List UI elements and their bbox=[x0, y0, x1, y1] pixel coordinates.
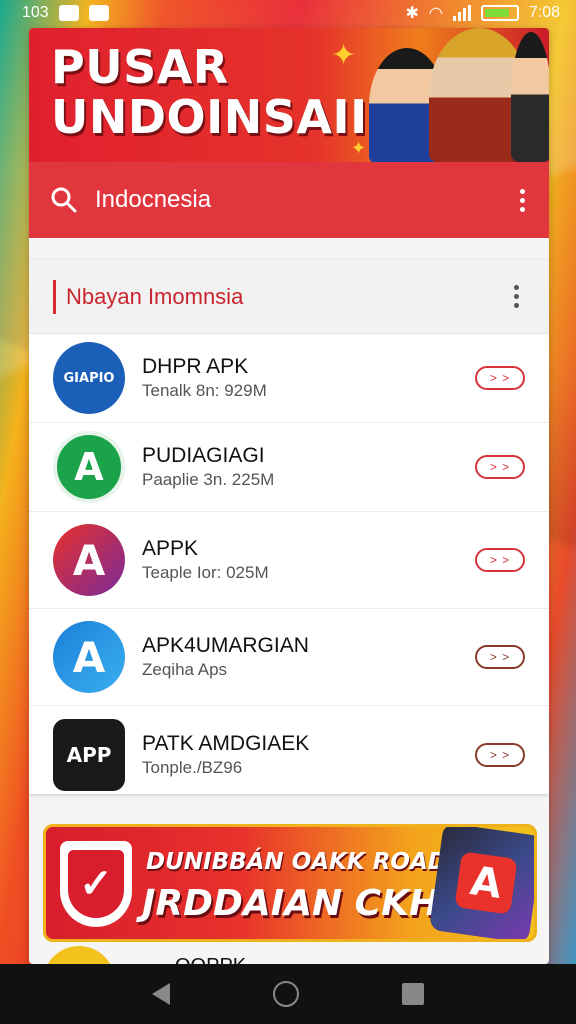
search-icon[interactable] bbox=[51, 187, 77, 213]
wifi-icon: ◠ bbox=[428, 5, 443, 22]
app-name: PATK AMDGIAEK bbox=[142, 731, 310, 755]
app-logo-icon: GIAPIO bbox=[53, 342, 125, 414]
status-time: 103 bbox=[22, 4, 49, 21]
star-icon: ✦ bbox=[351, 138, 367, 158]
system-nav-bar bbox=[0, 964, 576, 1024]
app-list-panel: Nbayan Imomnsia GIAPIO DHPR APK Tenalk 8… bbox=[29, 260, 549, 794]
app-logo-icon: A bbox=[53, 621, 125, 693]
app-logo-icon: APP bbox=[53, 718, 125, 791]
app-subtitle: Zeqiha Aps bbox=[142, 660, 228, 679]
battery-icon bbox=[480, 5, 519, 21]
download-button[interactable]: > > bbox=[475, 548, 525, 572]
app-store-card: PUSAR UNDOINSAII ✦ ✦ Indocnesia Nbayan I… bbox=[29, 28, 549, 964]
app-row[interactable]: GIAPIO DHPR APK Tenalk 8n: 929M > > bbox=[29, 334, 549, 423]
star-icon: ✦ bbox=[331, 39, 357, 72]
settings-gear-icon: ✱ bbox=[405, 5, 419, 22]
app-row[interactable]: APP PATK AMDGIAEK Tonple./BZ96 > > bbox=[29, 706, 549, 803]
app-subtitle: Tenalk 8n: 929M bbox=[142, 381, 267, 400]
app-subtitle: Tonple./BZ96 bbox=[142, 757, 243, 777]
search-bar[interactable]: Indocnesia bbox=[29, 162, 549, 238]
app-logo-icon: A bbox=[53, 431, 125, 503]
phone-icon: A bbox=[428, 827, 534, 939]
search-input[interactable]: Indocnesia bbox=[95, 186, 211, 214]
hero-title: PUSAR UNDOINSAII bbox=[51, 42, 368, 142]
app-name: PUDIAGIAGI bbox=[142, 444, 265, 467]
download-button[interactable]: > > bbox=[475, 742, 525, 767]
recent-apps-icon[interactable] bbox=[402, 983, 425, 1005]
app-logo-icon bbox=[43, 946, 115, 964]
download-button[interactable]: > > bbox=[475, 645, 525, 669]
message-notification-icon bbox=[88, 5, 109, 21]
section-accent-bar bbox=[53, 279, 56, 314]
gallery-notification-icon bbox=[58, 5, 79, 21]
app-name: OOPPK bbox=[175, 955, 246, 965]
app-subtitle: Teaple Ior: 025M bbox=[142, 563, 269, 582]
app-name: APK4UMARGIAN bbox=[142, 634, 309, 657]
section-more-icon[interactable] bbox=[511, 285, 521, 308]
more-options-icon[interactable] bbox=[517, 188, 527, 212]
back-icon[interactable] bbox=[151, 983, 170, 1005]
phone-app-icon: A bbox=[454, 851, 518, 915]
hero-title-line2: UNDOINSAII bbox=[51, 90, 368, 144]
status-bar: 103 ✱ ◠ 7:08 bbox=[0, 0, 576, 26]
status-clock: 7:08 bbox=[528, 4, 560, 21]
section-header: Nbayan Imomnsia bbox=[29, 260, 549, 334]
partial-app-row[interactable]: OOPPK bbox=[43, 946, 246, 964]
app-row[interactable]: A APPK Teaple Ior: 025M > > bbox=[29, 512, 549, 609]
app-name: DHPR APK bbox=[142, 355, 249, 378]
app-name: APPK bbox=[142, 537, 199, 560]
promo-banner[interactable]: ✓ DUNIBBÁN OAKK ROADAGGA JRDDAIAN CKHOK … bbox=[43, 824, 537, 942]
app-row[interactable]: A PUDIAGIAGI Paaplie 3n. 225M > > bbox=[29, 423, 549, 512]
hero-banner[interactable]: PUSAR UNDOINSAII ✦ ✦ bbox=[29, 28, 549, 162]
app-row[interactable]: A APK4UMARGIAN Zeqiha Aps > > bbox=[29, 609, 549, 706]
signal-icon bbox=[452, 5, 471, 21]
shield-check-icon: ✓ bbox=[60, 841, 132, 927]
download-button[interactable]: > > bbox=[475, 455, 525, 479]
section-title: Nbayan Imomnsia bbox=[66, 283, 244, 309]
app-logo-icon: A bbox=[53, 524, 125, 596]
download-button[interactable]: > > bbox=[475, 366, 525, 390]
home-icon[interactable] bbox=[272, 981, 299, 1007]
app-subtitle: Paaplie 3n. 225M bbox=[142, 470, 275, 489]
cartoon-child-figure bbox=[511, 32, 549, 162]
hero-title-line1: PUSAR bbox=[51, 40, 229, 94]
